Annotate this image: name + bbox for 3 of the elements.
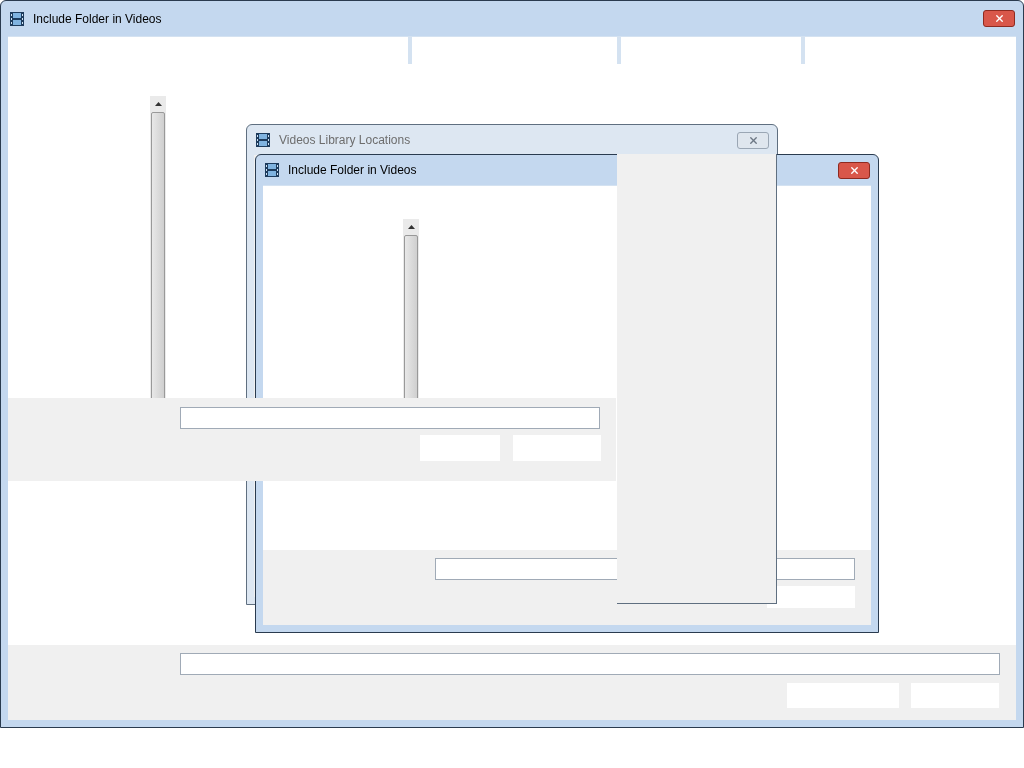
window-title: Include Folder in Videos: [33, 10, 162, 28]
window-title: Videos Library Locations: [279, 132, 411, 149]
window-title: Include Folder in Videos: [288, 162, 417, 179]
